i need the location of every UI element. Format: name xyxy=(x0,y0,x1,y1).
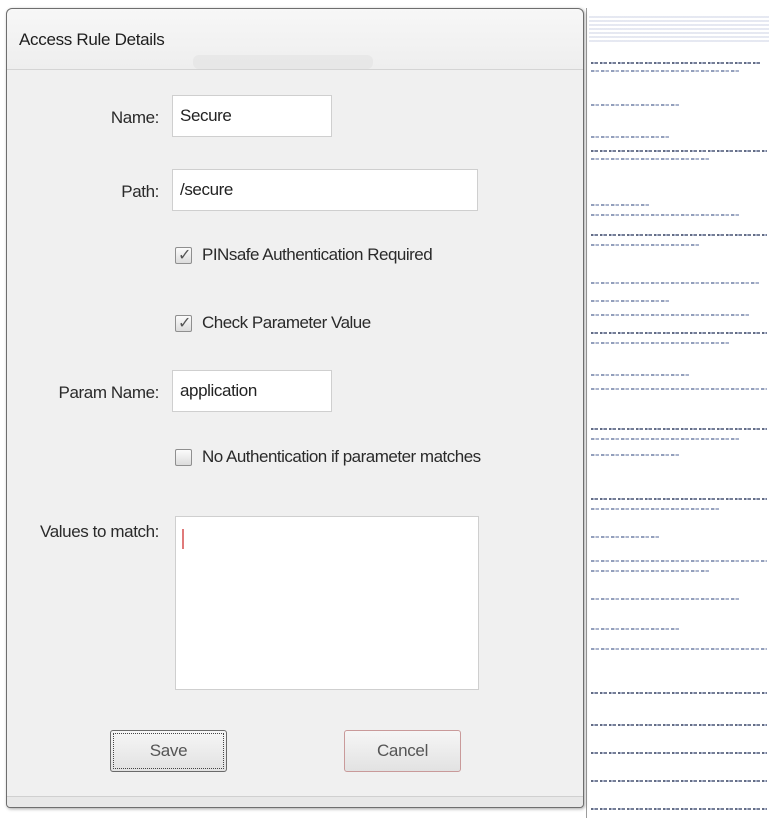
background-text-line xyxy=(591,780,767,782)
dialog-title: Access Rule Details xyxy=(19,30,165,49)
cancel-button[interactable]: Cancel xyxy=(344,730,461,772)
background-text-line xyxy=(591,374,691,376)
param-name-input[interactable] xyxy=(172,370,332,412)
background-text-line xyxy=(591,560,767,562)
checkmark-icon: ✓ xyxy=(178,245,192,264)
background-text-line xyxy=(591,628,681,630)
background-text-line xyxy=(591,508,721,510)
background-text-line xyxy=(591,136,671,138)
check-param-label: Check Parameter Value xyxy=(202,313,371,332)
background-text-line xyxy=(591,244,701,246)
background-text-line xyxy=(591,752,767,754)
background-text-line xyxy=(591,314,751,316)
pinsafe-auth-checkbox[interactable]: ✓ xyxy=(175,245,192,264)
check-param-checkbox[interactable]: ✓ xyxy=(175,313,192,332)
background-text-line xyxy=(591,282,761,284)
text-caret xyxy=(182,529,184,549)
titlebar-shadow xyxy=(193,55,373,69)
dialog-bottom-border xyxy=(7,796,583,807)
background-text-line xyxy=(591,234,767,236)
background-text-line xyxy=(591,536,661,538)
dialog-titlebar[interactable]: Access Rule Details xyxy=(7,9,583,70)
background-text-line xyxy=(591,438,741,440)
screen: Access Rule Details Name: Path: ✓ PINsaf… xyxy=(0,0,770,818)
name-label: Name: xyxy=(110,108,159,127)
background-text-line xyxy=(591,598,741,600)
name-input[interactable] xyxy=(172,95,332,137)
background-text-line xyxy=(591,428,767,430)
background-text-line xyxy=(591,648,767,650)
background-text-line xyxy=(591,332,767,334)
values-label: Values to match: xyxy=(40,522,159,541)
background-text-line xyxy=(591,70,741,72)
no-auth-label: No Authentication if parameter matches xyxy=(202,447,481,466)
no-auth-checkbox[interactable] xyxy=(175,449,192,466)
background-text-line xyxy=(591,454,681,456)
background-text-line xyxy=(591,300,671,302)
access-rule-dialog: Access Rule Details Name: Path: ✓ PINsaf… xyxy=(6,8,584,808)
path-input[interactable] xyxy=(172,169,478,211)
background-text-line xyxy=(591,62,761,64)
background-text-line xyxy=(591,808,767,810)
background-text-line xyxy=(591,158,711,160)
background-text-line xyxy=(591,570,711,572)
background-text-line xyxy=(591,498,767,500)
background-text-line xyxy=(591,692,767,694)
checkmark-icon: ✓ xyxy=(178,313,192,332)
background-header xyxy=(589,14,769,42)
background-text-line xyxy=(591,150,767,152)
background-text-line xyxy=(591,342,731,344)
path-label: Path: xyxy=(121,182,159,201)
param-name-label: Param Name: xyxy=(58,383,160,402)
values-textarea[interactable] xyxy=(175,516,479,690)
background-window xyxy=(586,8,770,818)
background-text-line xyxy=(591,214,741,216)
background-text-line xyxy=(591,204,651,206)
pinsafe-auth-label: PINsafe Authentication Required xyxy=(202,245,433,264)
save-button[interactable]: Save xyxy=(110,730,227,772)
background-text-line xyxy=(591,724,767,726)
background-text-line xyxy=(591,104,681,106)
background-text-line xyxy=(591,388,767,390)
